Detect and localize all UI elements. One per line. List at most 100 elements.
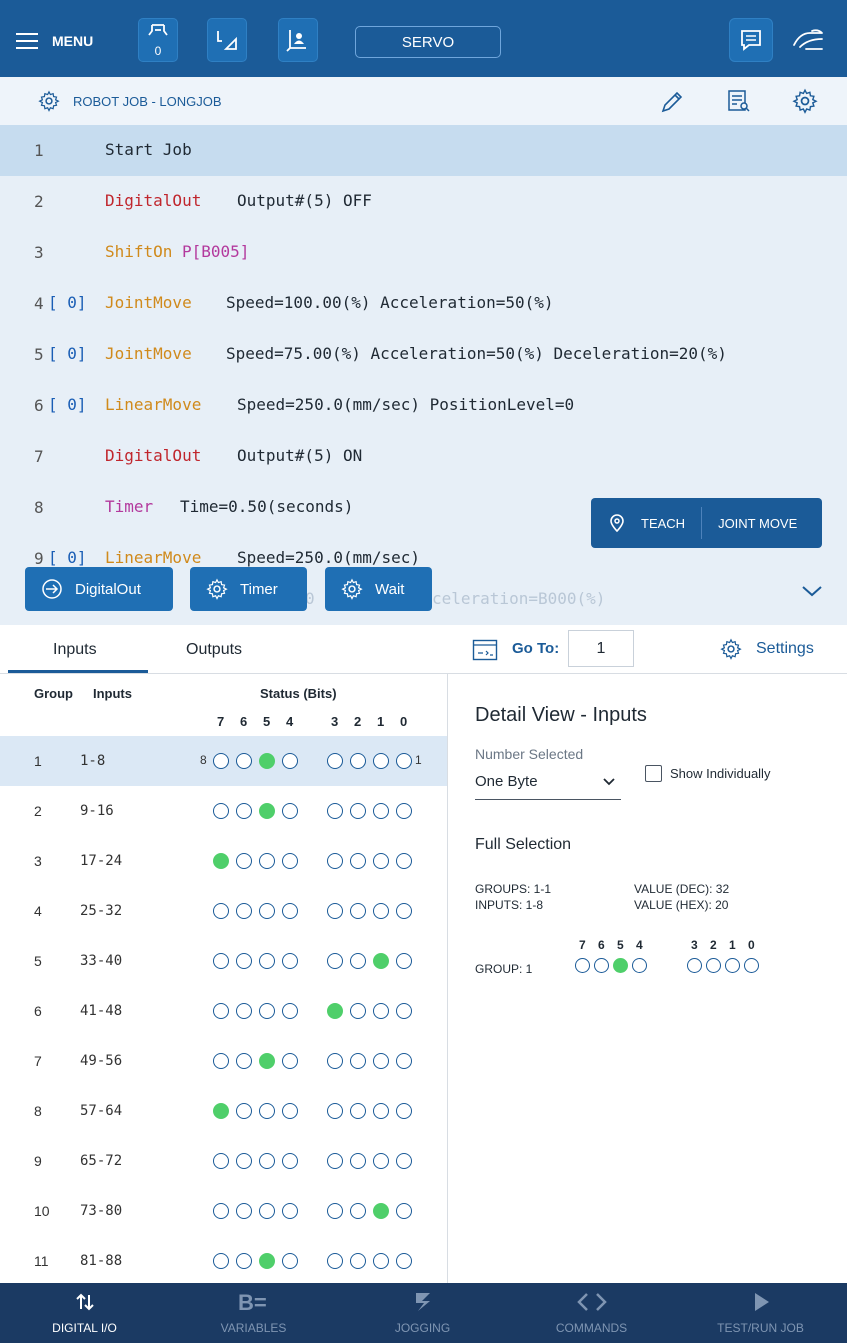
nav-jogging[interactable]: JOGGING: [338, 1283, 507, 1343]
code-line[interactable]: 6 [ 0] LinearMove Speed=250.0(mm/sec) Po…: [0, 380, 847, 431]
input-range: 73-80: [80, 1203, 123, 1219]
bit-indicator: [282, 1153, 298, 1169]
job-code-editor[interactable]: 1 Start Job 2 DigitalOut Output#(5) OFF …: [0, 125, 847, 625]
digitalout-quick-button[interactable]: DigitalOut: [25, 567, 173, 611]
line-number: 1: [34, 141, 44, 160]
bit-indicator: [259, 1053, 275, 1069]
io-settings-button[interactable]: Settings: [720, 638, 814, 660]
group-number: 9: [34, 1153, 42, 1169]
bit-indicator: [259, 1153, 275, 1169]
table-row[interactable]: 5 33-40: [0, 936, 447, 986]
bit-index-label: 0: [400, 714, 408, 729]
table-row[interactable]: 7 49-56: [0, 1036, 447, 1086]
show-individually-checkbox[interactable]: Show Individually: [645, 765, 770, 782]
gripper-button[interactable]: 0: [138, 18, 178, 62]
inputs-info: INPUTS: 1-8: [475, 898, 544, 912]
group-number: 3: [34, 853, 42, 869]
groups-info: GROUPS: 1-1: [475, 882, 552, 896]
bit-indicator: [350, 1053, 366, 1069]
bit-indicator: [350, 1203, 366, 1219]
detail-bit-indicator: [575, 958, 590, 973]
table-row[interactable]: 6 41-48: [0, 986, 447, 1036]
code-keyword: LinearMove: [105, 395, 202, 414]
goto-input[interactable]: [568, 630, 634, 667]
wait-label: Wait: [375, 580, 405, 598]
bit-indicator: [213, 1053, 229, 1069]
bit-indicator: [327, 1153, 343, 1169]
table-row[interactable]: 8 57-64: [0, 1086, 447, 1136]
code-line[interactable]: 5 [ 0] JointMove Speed=75.00(%) Accelera…: [0, 329, 847, 380]
line-number: 4: [34, 294, 44, 313]
bit-indicator: [236, 1053, 252, 1069]
teach-button[interactable]: TEACH: [591, 498, 701, 548]
bit-indicator: [213, 803, 229, 819]
table-row[interactable]: 3 17-24: [0, 836, 447, 886]
code-line[interactable]: 2 DigitalOut Output#(5) OFF: [0, 176, 847, 227]
bit-indicator: [236, 953, 252, 969]
servo-button[interactable]: SERVO: [355, 26, 501, 58]
bit-indicator: [236, 803, 252, 819]
job-settings-icon[interactable]: [792, 88, 818, 114]
job-title: ROBOT JOB - LONGJOB: [73, 94, 222, 109]
menu-button[interactable]: MENU: [16, 26, 93, 56]
bit-indicator: [282, 903, 298, 919]
user-frame-button[interactable]: [278, 18, 318, 62]
detail-bit-index-label: 0: [748, 938, 755, 952]
code-line[interactable]: 4 [ 0] JointMove Speed=100.00(%) Acceler…: [0, 278, 847, 329]
bit-indicator: [213, 853, 229, 869]
table-row[interactable]: 11 81-88: [0, 1236, 447, 1283]
code-line[interactable]: 3 ShiftOn P[B005]: [0, 227, 847, 278]
hand-guide-button[interactable]: [789, 22, 829, 58]
bit-indicator: [236, 753, 252, 769]
bit-indicator: [213, 1153, 229, 1169]
table-row[interactable]: 2 9-16: [0, 786, 447, 836]
tab-inputs[interactable]: Inputs: [53, 641, 97, 659]
edit-pencil-icon[interactable]: [658, 88, 686, 116]
code-line[interactable]: 1 Start Job: [0, 125, 847, 176]
job-header: ROBOT JOB - LONGJOB: [0, 77, 847, 125]
bit-indicator: [350, 1253, 366, 1269]
checkbox-box: [645, 765, 662, 782]
input-range: 49-56: [80, 1053, 123, 1069]
job-list-search-icon[interactable]: [726, 88, 752, 114]
joint-move-button[interactable]: JOINT MOVE: [702, 498, 813, 548]
tab-outputs[interactable]: Outputs: [186, 641, 242, 659]
code-line[interactable]: 7 DigitalOut Output#(5) ON: [0, 431, 847, 482]
nav-test-run-job[interactable]: TEST/RUN JOB: [676, 1283, 845, 1343]
chevron-down-icon[interactable]: [800, 583, 824, 599]
nav-commands[interactable]: COMMANDS: [507, 1283, 676, 1343]
bit-indicator: [396, 1253, 412, 1269]
code-keyword: Start Job: [105, 140, 192, 159]
gear-icon: [341, 578, 363, 600]
bit-indicator: [213, 903, 229, 919]
bit-indicator: [373, 1003, 389, 1019]
coordinate-frame-button[interactable]: [207, 18, 247, 62]
job-gear-icon[interactable]: [38, 90, 60, 112]
digital-io-icon: [75, 1293, 94, 1311]
bit-indicator: [213, 1003, 229, 1019]
chevron-down-icon: [603, 778, 615, 786]
code-keyword: Timer: [105, 497, 154, 516]
table-row[interactable]: 4 25-32: [0, 886, 447, 936]
wait-quick-button[interactable]: Wait: [325, 567, 432, 611]
line-number: 7: [34, 447, 44, 466]
number-selected-dropdown[interactable]: One Byte: [475, 768, 621, 800]
value-dec-info: VALUE (DEC): 32: [634, 882, 730, 896]
bit-indicator: [282, 1053, 298, 1069]
nav-digital-io[interactable]: DIGITAL I/O: [0, 1283, 169, 1343]
line-number: 9: [34, 549, 44, 568]
full-selection-heading: Full Selection: [475, 836, 572, 853]
table-row[interactable]: 10 73-80: [0, 1186, 447, 1236]
messages-button[interactable]: [729, 18, 773, 62]
nav-variables[interactable]: B= VARIABLES: [169, 1283, 338, 1343]
timer-quick-button[interactable]: Timer: [190, 567, 307, 611]
svg-text:B=: B=: [238, 1290, 267, 1314]
variables-icon: B=: [238, 1290, 267, 1314]
detail-bit-indicator: [613, 958, 628, 973]
table-row[interactable]: 9 65-72: [0, 1136, 447, 1186]
code-bracket: [ 0]: [48, 344, 87, 363]
bit-indicator: [327, 953, 343, 969]
group-number: 7: [34, 1053, 42, 1069]
bit-index-label: 6: [240, 714, 248, 729]
table-row[interactable]: 1 1-8 8 1: [0, 736, 447, 786]
